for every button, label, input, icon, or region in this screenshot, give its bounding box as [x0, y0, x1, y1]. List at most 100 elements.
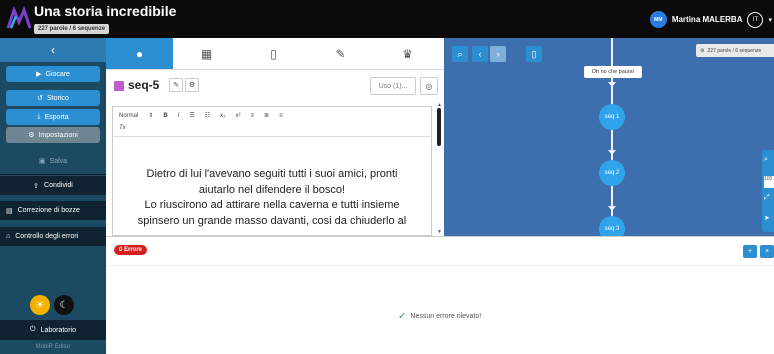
editor-tabs: ● ▦ ▯ ✎ ♛ — [106, 38, 444, 70]
tab-location[interactable]: ● — [106, 38, 173, 69]
user-menu[interactable]: MM Martina MALERBA IT ▾ — [649, 11, 772, 28]
gear-icon[interactable]: ⚙ — [185, 78, 199, 92]
chevron-down-icon[interactable]: ▾ — [768, 16, 772, 24]
tab-document[interactable]: ▯ — [240, 38, 307, 69]
sidebar-footer: MobiR Editor — [35, 344, 71, 350]
gear-icon: ⚙ — [700, 47, 705, 54]
superscript-icon[interactable]: x² — [236, 113, 241, 119]
text-editor[interactable]: Normal ⇕ B I ☰ ☷ x₂ x² ≡ ≣ ≡ Tx Dietro d… — [112, 106, 432, 236]
error-check-button[interactable]: ⌂ Controllo degli errori — [0, 227, 106, 246]
history-icon: ↺ — [37, 95, 44, 102]
history-label: Storico — [47, 94, 69, 102]
arrow-down-icon — [608, 82, 616, 87]
export-button[interactable]: ⤓ Esporta — [6, 109, 100, 125]
text-line: Lo riuscirono ad attirare nella caverna … — [144, 199, 400, 211]
user-name: Martina MALERBA — [671, 15, 743, 24]
download-icon: ⤓ — [37, 113, 41, 120]
save-button[interactable]: ▣ Salva — [6, 153, 100, 169]
fit-icon[interactable]: ⤢ — [764, 194, 770, 202]
no-errors-message: ✓ Nessun errore rilevato! — [398, 311, 481, 322]
subscript-icon[interactable]: x₂ — [220, 113, 225, 119]
language-button[interactable]: IT — [747, 11, 764, 28]
history-button[interactable]: ↺ Storico — [6, 90, 100, 106]
calculator-icon: ▦ — [200, 46, 213, 61]
gear-icon: ⚙ — [28, 132, 35, 139]
ordered-list-icon[interactable]: ☰ — [189, 112, 194, 119]
graph-stats-text: 227 parole / 6 sequenze — [707, 47, 762, 54]
lab-label: Laboratorio — [40, 326, 76, 334]
pencil-icon[interactable]: ✎ — [169, 78, 183, 92]
italic-button[interactable]: I — [178, 113, 180, 119]
select-arrows-icon[interactable]: ⇕ — [148, 112, 153, 119]
share-icon: ⇪ — [33, 182, 40, 190]
search-icon[interactable]: ⌕ — [452, 46, 468, 62]
settings-label: Impostazioni — [38, 131, 78, 139]
clear-format-button[interactable]: Tx — [119, 125, 126, 131]
proofread-label: Correzione di bozze — [17, 207, 80, 214]
usage-select[interactable]: Uso (1)... — [370, 77, 416, 95]
graph-node[interactable]: seq 3 — [599, 216, 625, 236]
editor-content[interactable]: Dietro di lui l'avevano seguiti tutti i … — [119, 167, 425, 229]
share-button[interactable]: ⇪ Condividi — [0, 176, 106, 195]
editor-toolbar: Normal ⇕ B I ☰ ☷ x₂ x² ≡ ≣ ≡ Tx — [113, 107, 431, 137]
sequence-title: seq-5 — [128, 78, 160, 92]
previous-button[interactable]: ‹ — [472, 46, 488, 62]
save-label: Salva — [49, 157, 68, 165]
graph-node[interactable]: seq 1 — [599, 104, 625, 130]
target-icon[interactable]: ◎ — [420, 77, 438, 95]
sidebar: ‹ ▶ Giocare ↺ Storico ⤓ Esporta ⚙ Impost… — [0, 38, 106, 354]
errors-badge[interactable]: 0 Errore — [114, 245, 148, 255]
search-icon[interactable]: ⌕ — [764, 156, 768, 164]
tab-brush[interactable]: ✎ — [307, 38, 374, 69]
story-graph[interactable]: ⌕ ‹ › ▯ ⚙ 227 parole / 6 sequenze Oh no … — [444, 38, 774, 236]
tab-trophy[interactable]: ♛ — [374, 38, 441, 69]
proofread-button[interactable]: ▤ Correzione di bozze — [0, 201, 106, 220]
trophy-icon: ♛ — [402, 46, 413, 61]
scroll-down-icon[interactable]: ▼ — [437, 229, 442, 235]
graph-stats: ⚙ 227 parole / 6 sequenze — [696, 44, 774, 57]
next-button[interactable]: › — [490, 46, 506, 62]
book-icon: ▤ — [6, 207, 13, 215]
brush-icon: ✎ — [335, 46, 346, 61]
no-errors-text: Nessun errore rilevato! — [410, 313, 482, 320]
arrow-down-icon — [608, 206, 616, 211]
bold-button[interactable]: B — [163, 113, 167, 119]
map-pin-icon: ● — [135, 46, 144, 61]
theme-toggle: ☀ ☾ — [30, 295, 74, 315]
align-left-icon[interactable]: ≡ — [251, 113, 255, 119]
device-icon[interactable]: ▯ — [526, 46, 542, 62]
align-right-icon[interactable]: ≡ — [279, 113, 283, 119]
check-icon: ✓ — [398, 311, 407, 322]
text-line: Dietro di lui l'avevano seguiti tutti i … — [146, 168, 398, 180]
text-line: spinsero un grande masso davanti, cosi d… — [137, 214, 407, 227]
error-check-label: Controllo degli errori — [15, 233, 79, 240]
story-title: Una storia incredibile — [34, 3, 177, 19]
back-button[interactable]: ‹ — [0, 38, 106, 62]
errors-panel: 0 Errore + × ✓ Nessun errore rilevato! — [106, 236, 774, 354]
sequence-color-swatch[interactable] — [114, 81, 124, 91]
align-center-icon[interactable]: ≣ — [264, 112, 269, 119]
story-stats-badge: 227 parole / 6 sequenze — [34, 24, 110, 34]
graph-choice-label[interactable]: Oh no che paura! — [584, 66, 642, 78]
top-bar: Una storia incredibile 227 parole / 6 se… — [0, 0, 774, 38]
settings-button[interactable]: ⚙ Impostazioni — [6, 127, 100, 143]
power-icon: ⏻ — [30, 326, 36, 333]
graph-node[interactable]: seq 2 — [599, 160, 625, 186]
moon-icon[interactable]: ☾ — [54, 295, 74, 315]
bullet-list-icon[interactable]: ☷ — [205, 112, 210, 119]
close-icon[interactable]: × — [760, 245, 774, 258]
arrow-right-icon[interactable]: ➤ — [764, 214, 770, 222]
play-button[interactable]: ▶ Giocare — [6, 66, 100, 82]
scrollbar-thumb[interactable] — [437, 108, 441, 146]
format-select[interactable]: Normal — [119, 113, 138, 119]
zoom-field[interactable]: 100 — [764, 176, 774, 188]
tab-calculator[interactable]: ▦ — [173, 38, 240, 69]
sun-icon[interactable]: ☀ — [30, 295, 50, 315]
play-label: Giocare — [45, 70, 70, 78]
lab-button[interactable]: ⏻ Laboratorio — [0, 320, 106, 340]
avatar: MM — [649, 11, 667, 28]
text-line: aiutarlo nel difendere il bosco! — [198, 183, 346, 196]
app-logo-icon — [6, 6, 32, 29]
play-icon: ▶ — [36, 71, 42, 78]
expand-icon[interactable]: + — [743, 245, 757, 258]
